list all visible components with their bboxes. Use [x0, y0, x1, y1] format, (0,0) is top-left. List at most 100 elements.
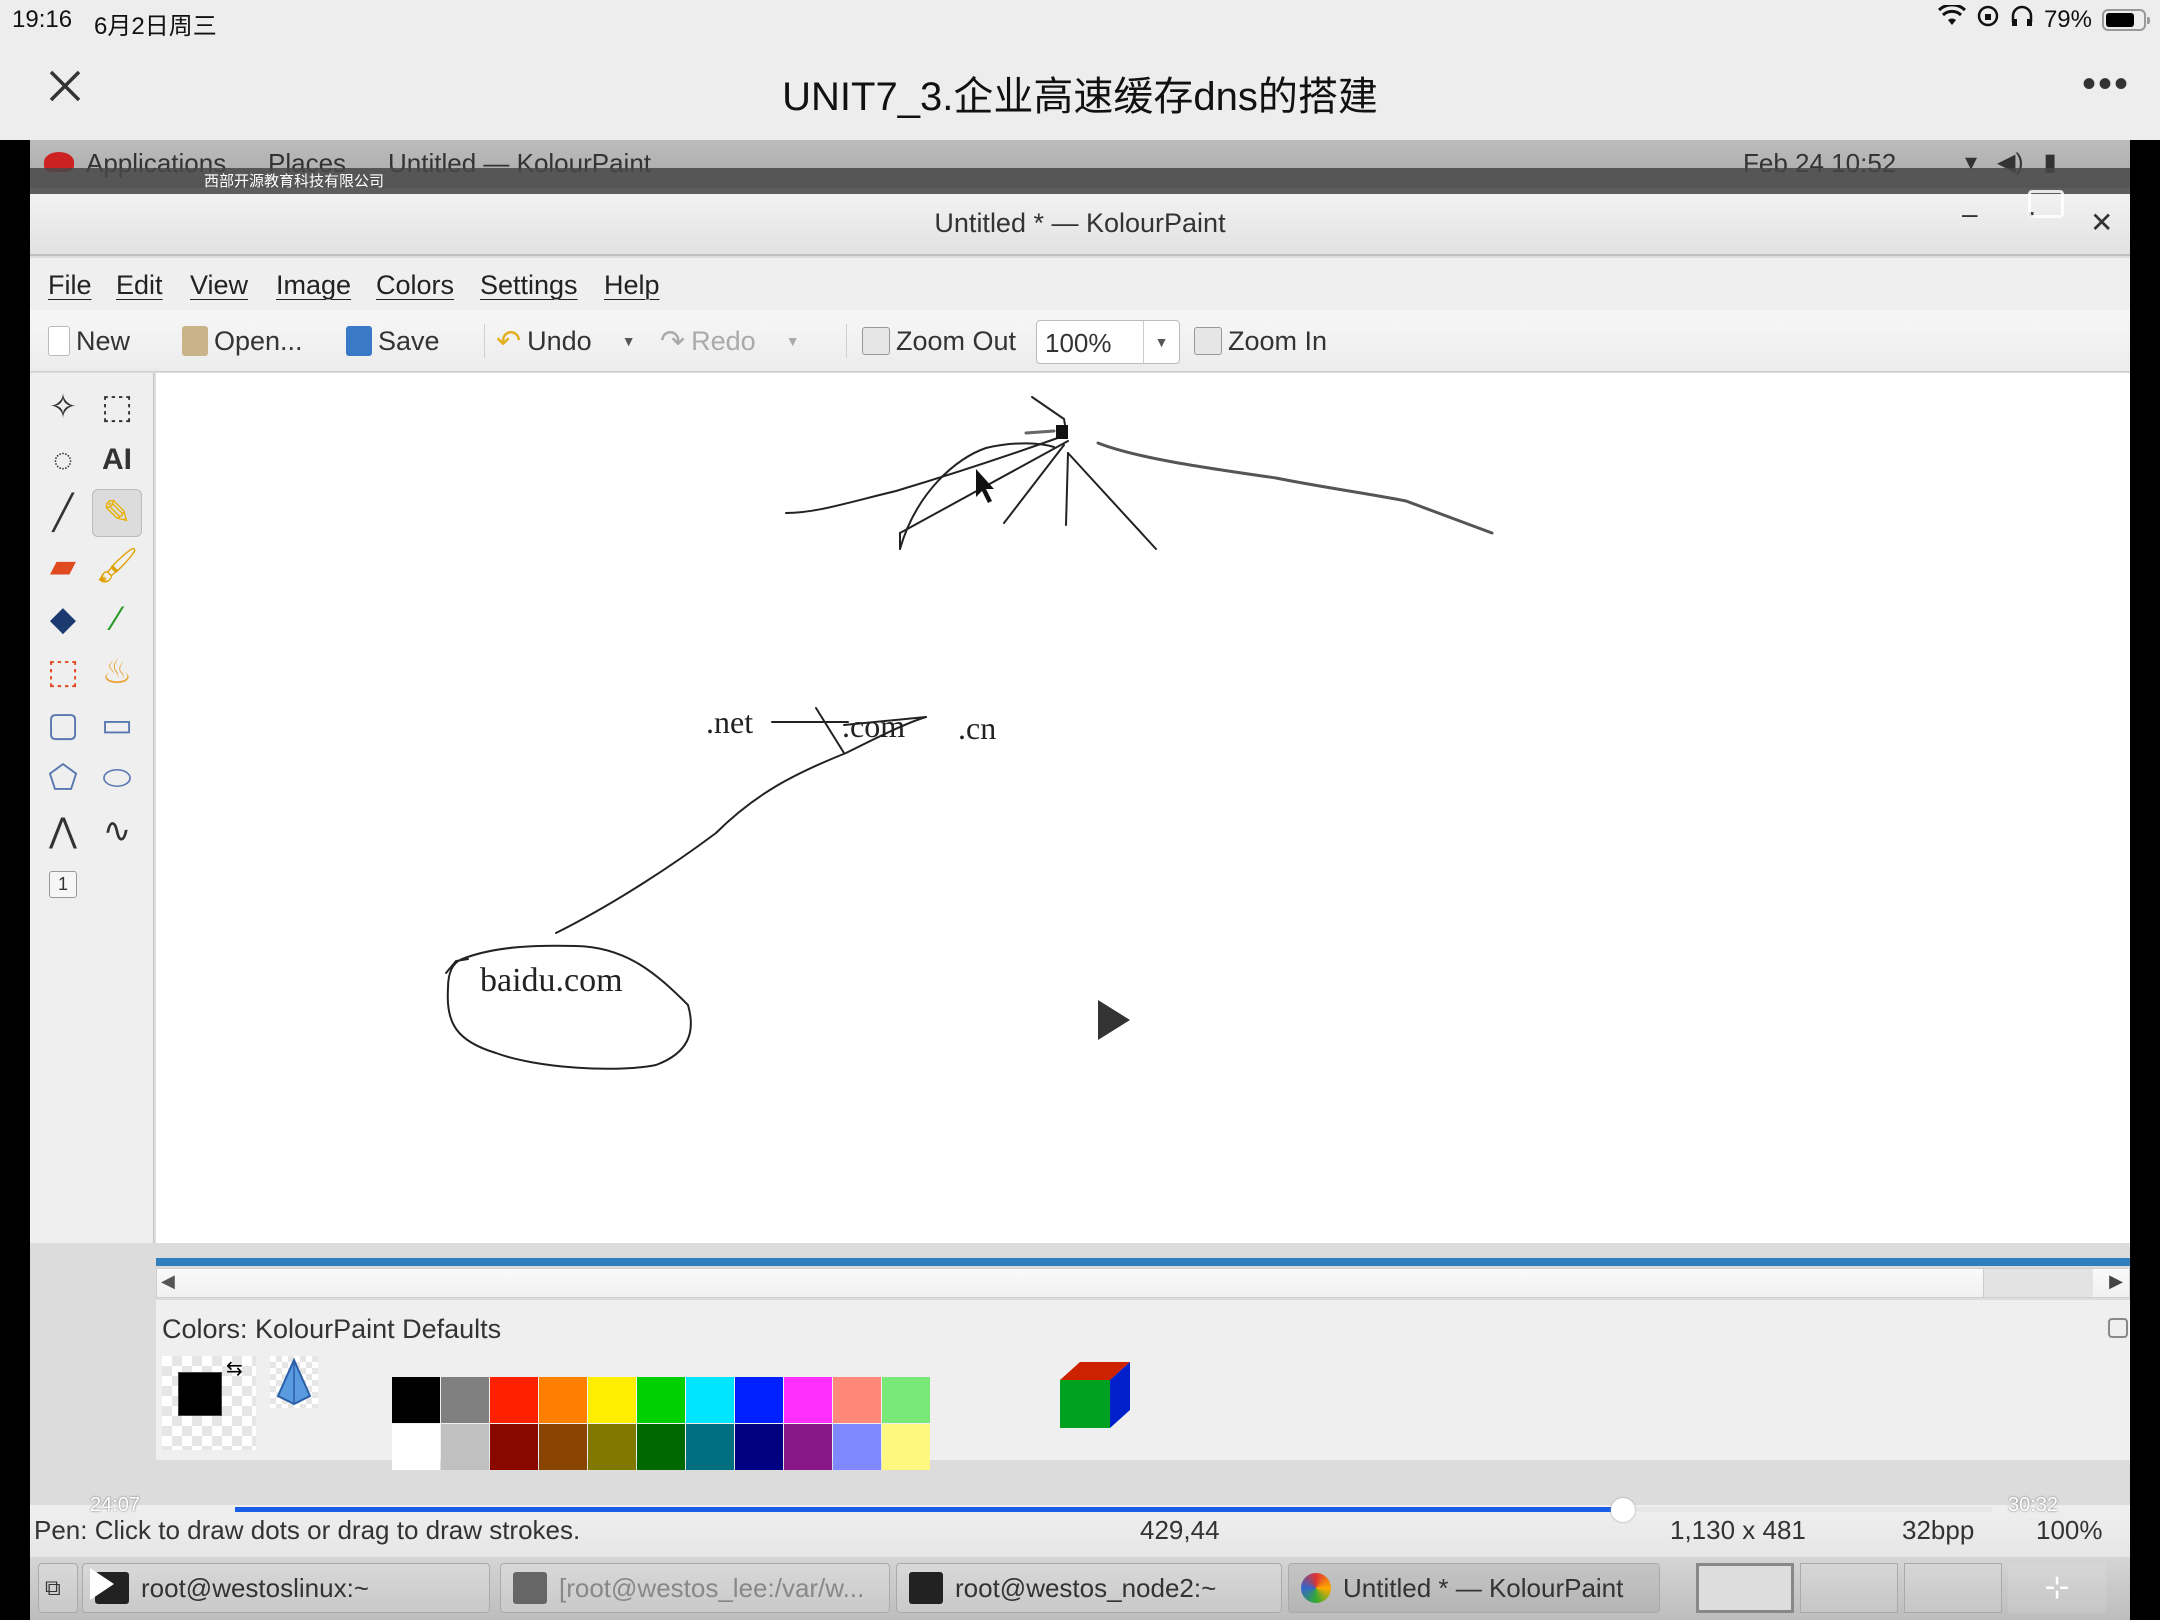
- menu-help[interactable]: Help: [604, 270, 660, 301]
- menu-settings[interactable]: Settings: [480, 270, 578, 301]
- zoom-in-button[interactable]: Zoom In: [1194, 322, 1327, 360]
- more-icon[interactable]: •••: [2082, 62, 2130, 107]
- redo-button[interactable]: ↷ Redo ▼: [660, 322, 800, 360]
- swap-colors-icon[interactable]: ⇆: [226, 1356, 243, 1381]
- rotation-lock-icon: [1976, 4, 2000, 35]
- exit-fullscreen-icon[interactable]: ⊹: [2008, 1563, 2106, 1613]
- tool-color-eraser[interactable]: ⬚: [38, 648, 88, 696]
- color-swatch[interactable]: [588, 1424, 636, 1470]
- open-label: Open...: [214, 325, 303, 356]
- stroke-arc: [899, 442, 1055, 550]
- tool-pen-width[interactable]: 1: [38, 860, 88, 908]
- task-item[interactable]: root@westos_node2:~: [896, 1563, 1282, 1613]
- zoom-select[interactable]: 100% ▼: [1036, 320, 1180, 364]
- color-swatch[interactable]: [392, 1424, 440, 1470]
- zoom-out-button[interactable]: Zoom Out: [862, 322, 1016, 360]
- color-swatch[interactable]: [882, 1424, 930, 1470]
- color-swatch[interactable]: [735, 1377, 783, 1423]
- tool-connected-lines[interactable]: ⋀: [38, 807, 88, 855]
- redo-dropdown-icon[interactable]: ▼: [786, 333, 800, 349]
- workspace-2[interactable]: [1800, 1563, 1898, 1613]
- undo-dropdown-icon[interactable]: ▼: [622, 333, 636, 349]
- menu-view[interactable]: View: [190, 270, 248, 301]
- color-swatch[interactable]: [637, 1424, 685, 1470]
- menu-image[interactable]: Image: [276, 270, 351, 301]
- open-button[interactable]: Open...: [182, 322, 303, 360]
- transparent-color-icon[interactable]: [270, 1356, 318, 1408]
- workspace-3[interactable]: [1904, 1563, 2002, 1613]
- tool-ellipse[interactable]: ⬭: [92, 754, 142, 802]
- save-button[interactable]: Save: [346, 322, 440, 360]
- new-button[interactable]: New: [48, 322, 130, 360]
- workspace-1[interactable]: [1696, 1563, 1794, 1613]
- tool-brush[interactable]: 🖌: [92, 542, 142, 590]
- close-button[interactable]: ✕: [2090, 206, 2113, 239]
- tool-pen[interactable]: ✎: [92, 489, 142, 537]
- scroll-thumb[interactable]: [1983, 1269, 2093, 1297]
- tool-rectangular-selection[interactable]: ⬚: [92, 383, 142, 431]
- canvas-resize-bar[interactable]: [156, 1258, 2130, 1266]
- color-swatch[interactable]: [490, 1424, 538, 1470]
- fg-bg-color-widget[interactable]: ⇆: [162, 1356, 256, 1450]
- video-play-icon[interactable]: [90, 1568, 114, 1600]
- video-progress-knob[interactable]: [1611, 1498, 1636, 1522]
- tool-text[interactable]: AI: [92, 436, 142, 484]
- minimize-button[interactable]: –: [1962, 198, 1978, 230]
- color-similarity-icon[interactable]: [1056, 1356, 1132, 1437]
- menu-file[interactable]: File: [48, 270, 92, 301]
- foreground-color[interactable]: [178, 1372, 222, 1416]
- video-total-time: 30:32: [2008, 1494, 2059, 1516]
- screen-cast-icon[interactable]: [2028, 190, 2064, 218]
- tool-curve[interactable]: ∿: [92, 807, 142, 855]
- lasso-icon: ✧: [48, 388, 78, 426]
- color-swatch[interactable]: [882, 1377, 930, 1423]
- window-titlebar[interactable]: Untitled * — KolourPaint – ▪ ✕: [30, 194, 2130, 256]
- tool-color-picker[interactable]: ⁄: [92, 595, 142, 643]
- task-item[interactable]: [root@westos_lee:/var/w...: [500, 1563, 890, 1613]
- tool-spraycan[interactable]: ♨: [92, 648, 142, 696]
- scroll-left-icon[interactable]: ◀: [161, 1271, 175, 1292]
- color-swatch[interactable]: [588, 1377, 636, 1423]
- show-desktop-button[interactable]: ⧉: [38, 1563, 78, 1613]
- video-player[interactable]: Applications Places Untitled — KolourPai…: [0, 140, 2160, 1620]
- color-swatch[interactable]: [441, 1377, 489, 1423]
- tool-rectangle[interactable]: ▭: [92, 701, 142, 749]
- color-swatch[interactable]: [539, 1424, 587, 1470]
- play-icon[interactable]: [1098, 1000, 1130, 1040]
- color-swatch[interactable]: [637, 1377, 685, 1423]
- tool-rounded-rectangle[interactable]: ▢: [38, 701, 88, 749]
- color-swatch[interactable]: [735, 1424, 783, 1470]
- tool-line[interactable]: ╱: [38, 489, 88, 537]
- spraycan-icon: ♨: [101, 653, 133, 691]
- color-swatch[interactable]: [784, 1377, 832, 1423]
- chevron-down-icon[interactable]: ▼: [1143, 321, 1179, 363]
- tool-polygon[interactable]: ⬠: [38, 754, 88, 802]
- color-swatch[interactable]: [833, 1424, 881, 1470]
- color-swatch[interactable]: [686, 1377, 734, 1423]
- color-swatch[interactable]: [490, 1377, 538, 1423]
- detach-icon[interactable]: [2108, 1318, 2128, 1338]
- menu-bar: File Edit View Image Colors Settings Hel…: [30, 258, 2130, 310]
- color-swatch[interactable]: [392, 1377, 440, 1423]
- undo-button[interactable]: ↶ Undo ▼: [496, 322, 636, 360]
- color-swatch[interactable]: [784, 1424, 832, 1470]
- tool-flood-fill[interactable]: ◆: [38, 595, 88, 643]
- kolourpaint-icon: [1301, 1573, 1331, 1603]
- arrow-curve: [555, 716, 927, 934]
- task-item[interactable]: root@westoslinux:~: [82, 1563, 490, 1613]
- tool-eraser[interactable]: ▰: [38, 542, 88, 590]
- tool-elliptical-selection[interactable]: ◌: [38, 436, 88, 484]
- color-swatch[interactable]: [441, 1424, 489, 1470]
- tool-free-form-selection[interactable]: ✧: [38, 383, 88, 431]
- menu-colors[interactable]: Colors: [376, 270, 454, 301]
- terminal-icon: [513, 1572, 547, 1604]
- scroll-right-icon[interactable]: ▶: [2109, 1271, 2123, 1292]
- horizontal-scrollbar[interactable]: ◀ ▶: [156, 1268, 2130, 1298]
- color-swatch[interactable]: [833, 1377, 881, 1423]
- color-swatch[interactable]: [686, 1424, 734, 1470]
- drawing-canvas[interactable]: .net .com .cn baidu.com: [156, 373, 2130, 1243]
- menu-edit[interactable]: Edit: [116, 270, 163, 301]
- task-item-active[interactable]: Untitled * — KolourPaint: [1288, 1563, 1660, 1613]
- new-label: New: [76, 325, 131, 356]
- color-swatch[interactable]: [539, 1377, 587, 1423]
